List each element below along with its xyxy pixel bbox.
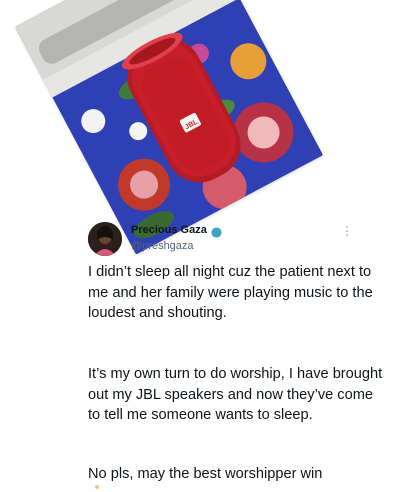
- tweet-photo[interactable]: JBL: [14, 0, 324, 255]
- globe-icon: [211, 225, 222, 238]
- emoji-fragment: [95, 485, 99, 489]
- speaker-photo-image: JBL: [14, 0, 324, 255]
- name-row: Precious Gaza: [131, 224, 222, 238]
- avatar-image: [88, 222, 122, 256]
- display-name[interactable]: Precious Gaza: [131, 224, 207, 236]
- tweet-paragraph: It’s my own turn to do worship, I have b…: [88, 366, 383, 423]
- tweet-paragraph: No pls, may the best worshipper win: [88, 466, 323, 482]
- more-icon[interactable]: ⋮: [341, 224, 354, 238]
- username-handle[interactable]: @preshgaza: [131, 240, 194, 252]
- tweet-paragraph: I didn’t sleep all night cuz the patient…: [88, 264, 373, 321]
- avatar[interactable]: [88, 222, 122, 256]
